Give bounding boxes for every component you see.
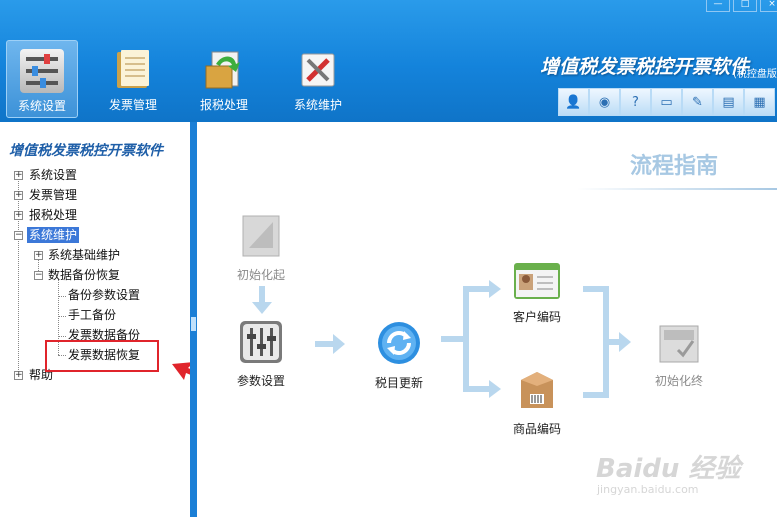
calculator-icon[interactable]: ▦: [744, 88, 775, 116]
tree-item-backup-params[interactable]: 备份参数设置: [68, 287, 140, 303]
customer-card-icon: [514, 263, 560, 299]
toolbar-label: 发票管理: [108, 98, 157, 112]
expand-icon[interactable]: +: [14, 191, 23, 200]
watermark-logo: Baidu 经验: [596, 454, 741, 484]
panel-splitter[interactable]: [190, 122, 197, 517]
navigation-panel: 增值税发票税控开票软件 + 系统设置 + 发票管理 + 报税处理 − 系统维护 …: [0, 122, 190, 517]
step-product-code[interactable]: 商品编码: [502, 368, 572, 437]
expand-icon[interactable]: +: [14, 171, 23, 180]
invoice-folder-icon: [111, 48, 155, 92]
tax-report-icon: [202, 48, 246, 92]
tree-item-manual-backup[interactable]: 手工备份: [68, 307, 116, 323]
key-icon[interactable]: ✎: [682, 88, 713, 116]
tree-item-system-maintenance[interactable]: 系统维护: [27, 227, 80, 243]
app-subtitle: (税控盘版): [733, 69, 777, 80]
flow-guide-area: 流程指南 初始化起 参数设置 税目更新 客户编码 商品编码 初始化终 Baidu…: [197, 122, 777, 517]
arrow-down-icon: [252, 286, 272, 314]
step-init-start[interactable]: 初始化起: [231, 214, 291, 283]
tree-item-system-settings[interactable]: 系统设置: [29, 167, 77, 183]
step-customer-code[interactable]: 客户编码: [502, 262, 572, 325]
product-box-icon: [521, 372, 553, 408]
window-icon[interactable]: ▭: [651, 88, 682, 116]
minimize-button[interactable]: —: [706, 0, 730, 12]
top-ribbon: — □ × 系统设置 发票管理 报税处理 系统维护 增值税发票税控开票软件 (税…: [0, 0, 777, 122]
maintenance-tools-icon: [296, 48, 340, 92]
step-label: 参数设置: [236, 374, 285, 388]
user-icon[interactable]: 👤: [558, 88, 589, 116]
init-end-icon: [659, 325, 699, 363]
close-button[interactable]: ×: [760, 0, 777, 12]
app-title: 增值税发票税控开票软件: [540, 56, 750, 78]
step-label: 商品编码: [512, 422, 561, 436]
toolbar-label: 系统维护: [293, 98, 342, 112]
lock-calendar-icon[interactable]: ▤: [713, 88, 744, 116]
toolbar-system-maintenance[interactable]: 系统维护: [283, 40, 353, 116]
tree-item-tax-report[interactable]: 报税处理: [29, 207, 77, 223]
collapse-icon[interactable]: −: [14, 231, 23, 240]
sidebar-title: 增值税发票税控开票软件: [9, 143, 163, 159]
toolbar-label: 报税处理: [199, 98, 248, 112]
tree-connector: [58, 296, 66, 297]
step-params[interactable]: 参数设置: [231, 320, 291, 389]
merge-connector: [583, 286, 631, 398]
flow-guide-title: 流程指南: [630, 154, 719, 179]
branch-connector: [441, 280, 501, 398]
tree-connector: [18, 179, 19, 376]
step-label: 客户编码: [512, 310, 561, 324]
title-underline: [577, 188, 777, 190]
step-label: 初始化终: [654, 374, 703, 388]
tree-item-data-backup-restore[interactable]: 数据备份恢复: [48, 267, 120, 283]
step-init-end[interactable]: 初始化终: [647, 324, 711, 389]
toolbar-invoice-management[interactable]: 发票管理: [98, 40, 168, 116]
toolbar-label: 系统设置: [17, 99, 66, 113]
refresh-icon: [378, 322, 420, 364]
step-tax-update[interactable]: 税目更新: [367, 320, 431, 391]
watermark-url: jingyan.baidu.com: [597, 483, 699, 496]
settings-sliders-icon: [20, 49, 64, 93]
tree-item-basic-maintenance[interactable]: 系统基础维护: [48, 247, 120, 263]
expand-icon[interactable]: +: [14, 371, 23, 380]
step-label: 税目更新: [374, 376, 423, 390]
globe-icon[interactable]: ◉: [589, 88, 620, 116]
help-icon[interactable]: ?: [620, 88, 651, 116]
quick-icon-bar: 👤 ◉ ? ▭ ✎ ▤ ▦: [558, 88, 777, 116]
splitter-grip-icon[interactable]: [191, 317, 196, 331]
params-sliders-icon: [240, 321, 282, 363]
tree-connector: [58, 316, 66, 317]
arrow-right-icon: [315, 334, 345, 354]
expand-icon[interactable]: +: [34, 251, 43, 260]
collapse-icon[interactable]: −: [34, 271, 43, 280]
tree-connector: [58, 336, 66, 337]
toolbar-tax-report[interactable]: 报税处理: [189, 40, 259, 116]
highlight-box: [45, 340, 159, 372]
step-label: 初始化起: [236, 268, 285, 282]
maximize-button[interactable]: □: [733, 0, 757, 12]
expand-icon[interactable]: +: [14, 211, 23, 220]
init-start-icon: [242, 215, 280, 257]
toolbar-system-settings[interactable]: 系统设置: [6, 40, 78, 118]
tree-item-invoice-management[interactable]: 发票管理: [29, 187, 77, 203]
